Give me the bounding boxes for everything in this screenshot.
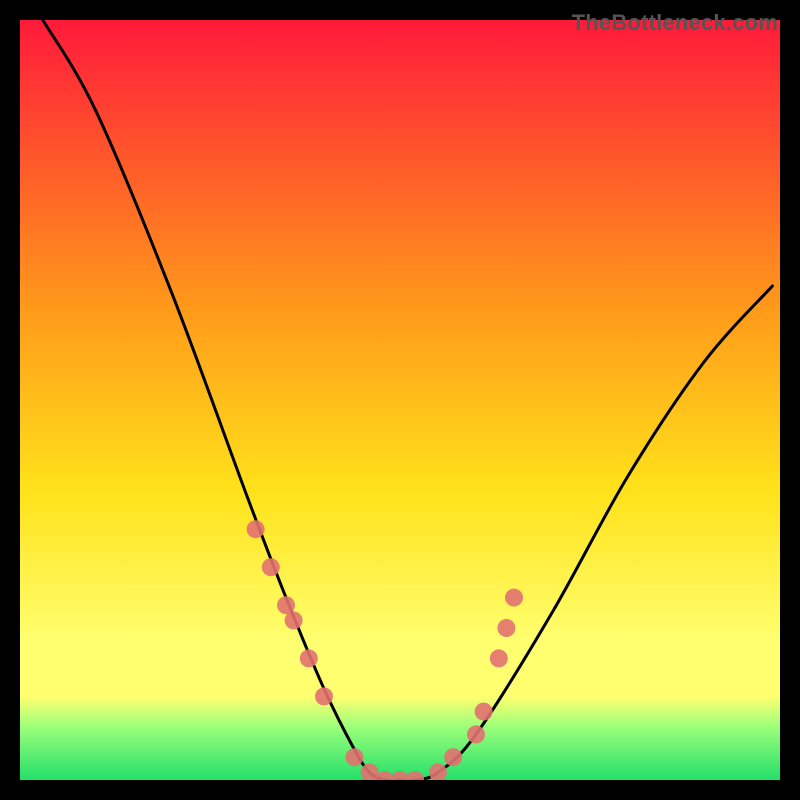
watermark-text: TheBottleneck.com xyxy=(572,10,778,36)
data-point xyxy=(490,649,508,667)
data-point xyxy=(475,703,493,721)
data-point xyxy=(505,589,523,607)
data-point xyxy=(247,520,265,538)
data-point xyxy=(467,725,485,743)
data-point xyxy=(444,748,462,766)
data-point xyxy=(345,748,363,766)
bottleneck-chart xyxy=(20,20,780,780)
data-point xyxy=(315,687,333,705)
data-point xyxy=(262,558,280,576)
chart-frame xyxy=(20,20,780,780)
data-point xyxy=(285,611,303,629)
data-point xyxy=(300,649,318,667)
data-point xyxy=(497,619,515,637)
